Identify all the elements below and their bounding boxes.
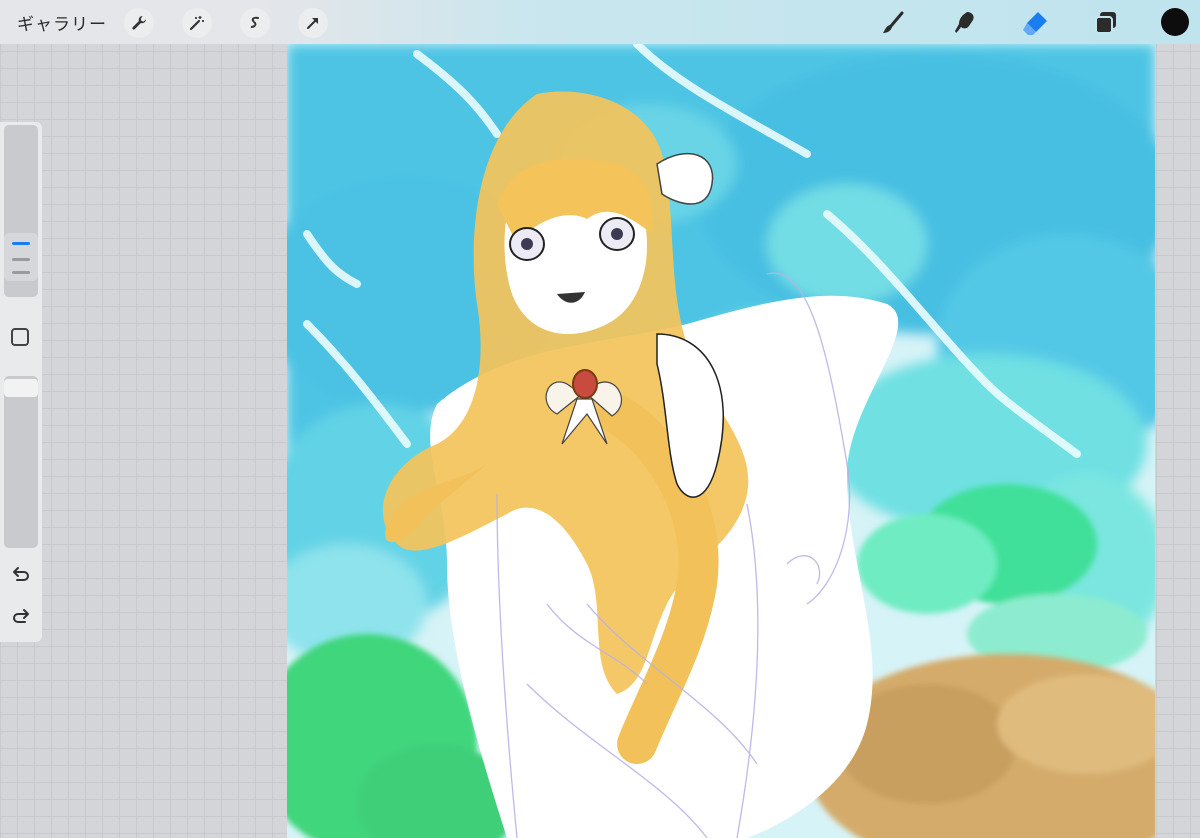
undo-icon[interactable]	[10, 564, 32, 586]
artwork	[287, 44, 1155, 838]
size-indicator	[12, 271, 30, 274]
opacity-slider[interactable]	[4, 376, 38, 548]
redo-icon[interactable]	[10, 606, 32, 628]
size-indicator	[12, 258, 30, 261]
size-indicator-active	[12, 242, 30, 245]
layers-icon[interactable]	[1091, 8, 1121, 38]
transform-arrow-icon[interactable]	[298, 8, 328, 38]
wrench-icon[interactable]	[124, 8, 154, 38]
gallery-button[interactable]: ギャラリー	[17, 10, 107, 35]
modify-button[interactable]	[11, 328, 29, 346]
opacity-thumb[interactable]	[4, 379, 38, 397]
side-toolbar	[0, 122, 42, 642]
top-toolbar: ギャラリー	[0, 0, 1200, 44]
smudge-icon[interactable]	[950, 8, 980, 38]
magic-wand-icon[interactable]	[182, 8, 212, 38]
eraser-icon[interactable]	[1020, 8, 1050, 38]
drawing-canvas[interactable]	[287, 44, 1155, 838]
hair-ribbon	[656, 153, 714, 205]
color-picker-button[interactable]	[1161, 8, 1189, 36]
selection-icon[interactable]	[240, 8, 270, 38]
brush-icon[interactable]	[878, 8, 908, 38]
